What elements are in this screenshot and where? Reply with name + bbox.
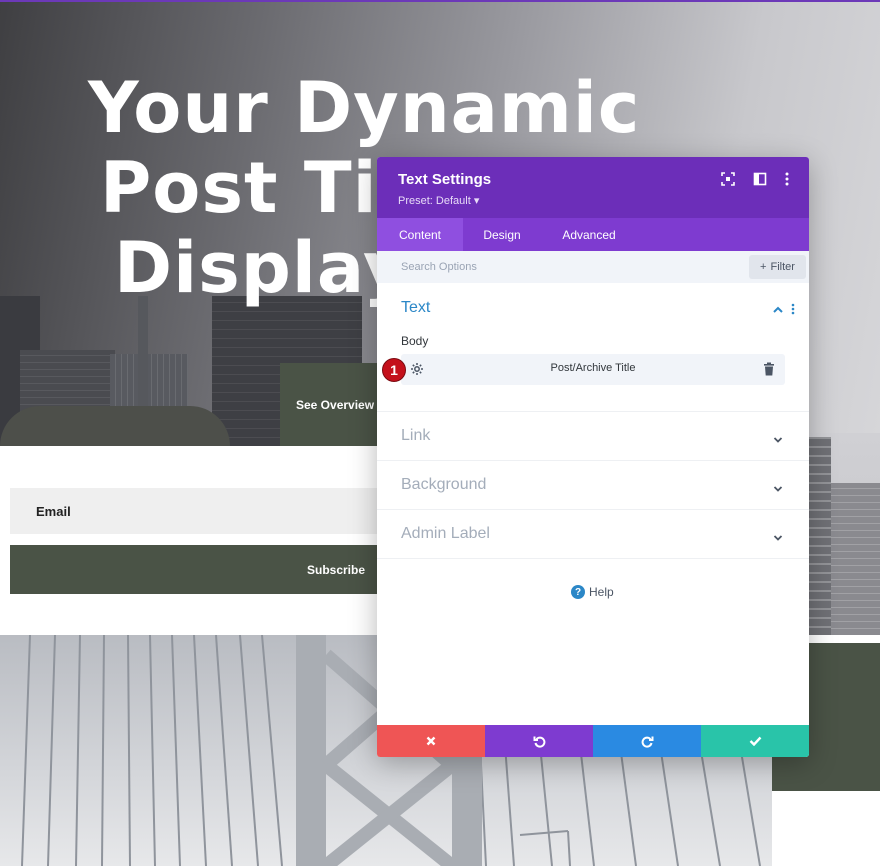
city-image — [809, 433, 880, 635]
filter-button[interactable]: + Filter — [749, 255, 806, 279]
city-building — [831, 483, 880, 635]
search-bar: Search Options + Filter — [377, 251, 809, 283]
action-bar — [377, 725, 809, 757]
split-view-icon[interactable] — [752, 171, 768, 187]
checkmark-icon — [749, 736, 761, 746]
section-menu-icon[interactable] — [791, 302, 803, 316]
section-admin-label[interactable]: Admin Label — [377, 510, 809, 558]
section-background-label: Background — [401, 476, 487, 493]
help-link[interactable]: ? Help — [571, 585, 614, 599]
tab-content[interactable]: Content — [377, 218, 463, 251]
chevron-down-icon — [773, 530, 783, 541]
dynamic-content-value: Post/Archive Title — [550, 362, 636, 374]
hero-title-line: Your Dynamic — [88, 67, 641, 149]
plus-icon: + — [760, 261, 767, 273]
section-link-label: Link — [401, 427, 431, 444]
undo-icon — [533, 736, 545, 748]
trash-icon[interactable] — [763, 362, 775, 376]
preset-selector[interactable]: Preset: Default ▾ — [398, 194, 479, 207]
chevron-up-icon[interactable] — [772, 303, 784, 315]
divider — [377, 558, 809, 559]
panel-tabs: Content Design Advanced — [377, 218, 809, 251]
redo-button[interactable] — [593, 725, 701, 757]
panel-header[interactable]: Text Settings Preset: Default ▾ — [377, 157, 809, 218]
filter-label: Filter — [770, 261, 795, 273]
email-field[interactable]: Email — [10, 488, 390, 534]
text-settings-panel[interactable]: Text Settings Preset: Default ▾ Content … — [377, 157, 809, 757]
chevron-down-icon — [773, 432, 783, 443]
dynamic-content-field[interactable]: Post/Archive Title — [401, 354, 785, 385]
close-icon — [426, 736, 436, 746]
step-marker: 1 — [382, 358, 406, 382]
help-icon: ? — [571, 585, 585, 599]
see-overview-button[interactable]: See Overview — [280, 363, 390, 446]
save-button[interactable] — [701, 725, 809, 757]
fullscreen-icon[interactable] — [720, 171, 736, 187]
panel-title: Text Settings — [398, 171, 492, 188]
tab-advanced[interactable]: Advanced — [541, 218, 637, 251]
search-options-input[interactable]: Search Options — [401, 261, 477, 273]
builder-top-line — [0, 0, 880, 2]
subscribe-button[interactable]: Subscribe — [10, 545, 390, 594]
redo-icon — [641, 736, 653, 748]
section-background[interactable]: Background — [377, 461, 809, 509]
tab-design[interactable]: Design — [463, 218, 541, 251]
section-admin-label-label: Admin Label — [401, 525, 490, 542]
help-label: Help — [589, 585, 614, 599]
cancel-button[interactable] — [377, 725, 485, 757]
section-link[interactable]: Link — [377, 412, 809, 460]
body-label: Body — [401, 334, 429, 348]
more-options-icon[interactable] — [779, 171, 795, 187]
city-building — [0, 406, 230, 446]
text-section-title[interactable]: Text — [401, 299, 430, 317]
chevron-down-icon — [773, 481, 783, 492]
city-building — [809, 437, 831, 635]
gear-icon[interactable] — [410, 362, 424, 376]
undo-button[interactable] — [485, 725, 593, 757]
